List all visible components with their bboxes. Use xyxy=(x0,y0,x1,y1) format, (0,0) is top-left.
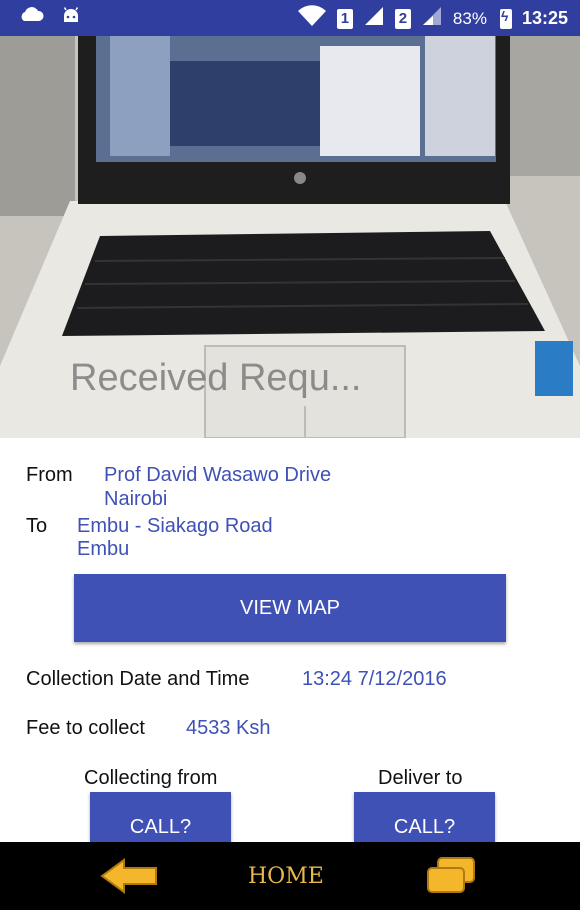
signal-icon xyxy=(363,6,385,31)
from-city: Nairobi xyxy=(104,488,168,510)
sim1-badge: 1 xyxy=(336,8,353,29)
fee-label: Fee to collect xyxy=(26,717,145,739)
request-title: Received Requ... xyxy=(70,357,362,399)
wifi-icon xyxy=(297,5,327,32)
call-sender-button[interactable]: CALL? xyxy=(90,792,231,842)
fee-value: 4533 Ksh xyxy=(186,717,271,739)
collection-label: Collection Date and Time xyxy=(26,668,250,690)
signal-icon-2 xyxy=(421,6,443,31)
recent-apps-icon[interactable] xyxy=(424,856,478,901)
cloud-icon xyxy=(18,7,44,28)
from-label: From xyxy=(26,464,73,486)
battery-icon xyxy=(499,8,512,29)
sim2-badge: 2 xyxy=(394,8,411,29)
collection-datetime: 13:24 7/12/2016 xyxy=(302,668,447,690)
request-photo: Received Requ... xyxy=(0,36,580,438)
view-map-button[interactable]: VIEW MAP xyxy=(74,574,506,642)
status-bar: 1 2 83% 13:25 xyxy=(0,0,580,36)
from-street: Prof David Wasawo Drive xyxy=(104,464,332,486)
to-city: Embu xyxy=(77,538,130,560)
clock: 13:25 xyxy=(521,8,568,28)
to-street: Embu - Siakago Road xyxy=(77,515,273,537)
android-icon xyxy=(62,6,80,29)
back-arrow-icon[interactable] xyxy=(100,858,160,899)
battery-percent: 83% xyxy=(452,8,487,28)
collecting-from-label: Collecting from xyxy=(84,767,218,789)
to-label: To xyxy=(26,515,48,537)
bottom-nav: HOME xyxy=(0,842,580,910)
deliver-to-label: Deliver to xyxy=(378,767,463,789)
call-recipient-button[interactable]: CALL? xyxy=(354,792,495,842)
home-button[interactable]: HOME xyxy=(248,864,324,889)
